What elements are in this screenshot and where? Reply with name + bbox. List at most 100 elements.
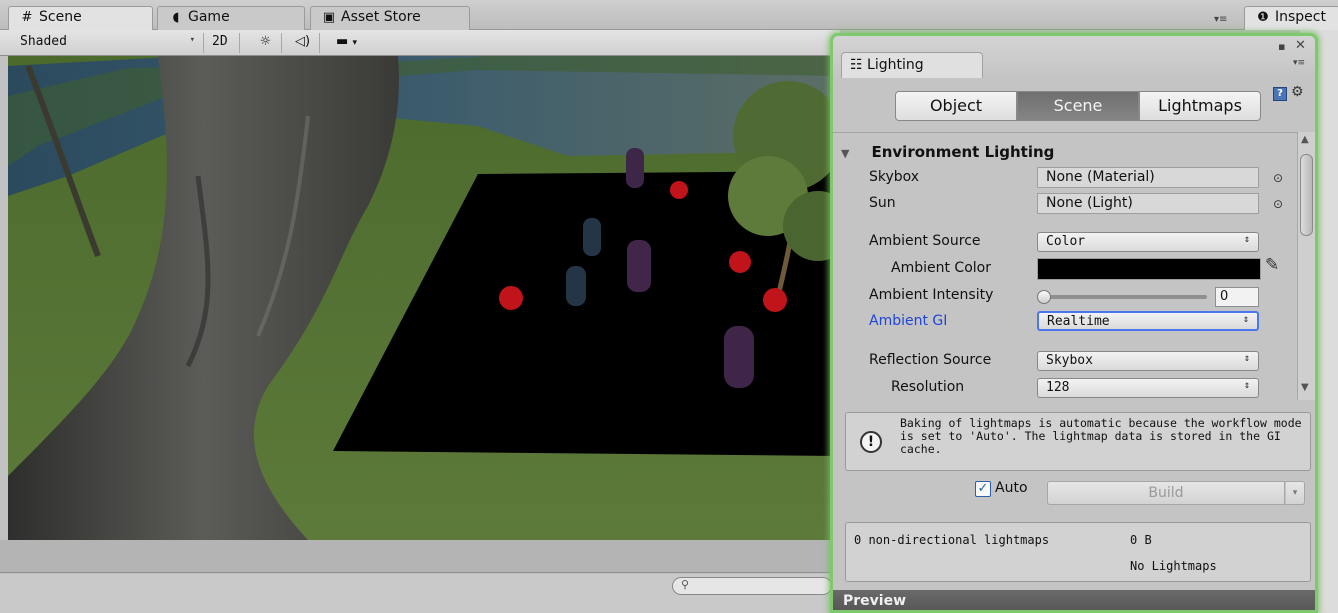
tab-inspector[interactable]: ❶ Inspect <box>1244 6 1338 30</box>
tab-lighting[interactable]: ☷ Lighting <box>841 52 983 78</box>
scene-viewport[interactable] <box>8 56 840 540</box>
editor-tab-bar: # Scene ◖ Game ▣ Asset Store ▾≡ ❶ Inspect <box>0 0 1338 30</box>
object-picker-icon[interactable]: ⊙ <box>1273 197 1283 211</box>
scroll-down-icon[interactable]: ▼ <box>1301 382 1309 393</box>
tab-game[interactable]: ◖ Game <box>157 6 305 30</box>
maximize-icon[interactable]: ▪ <box>1278 40 1285 53</box>
lightmap-count-text: 0 non-directional lightmaps <box>854 533 1050 547</box>
eyedropper-icon[interactable]: ✎ <box>1265 255 1279 275</box>
updown-arrow-icon: ⇕ <box>1242 314 1249 325</box>
ambient-intensity-value: 0 <box>1220 289 1229 304</box>
tab-scene-label: Scene <box>39 9 82 25</box>
chevron-down-icon: ▾ <box>352 38 357 48</box>
speaker-icon: ◁) <box>294 34 311 49</box>
lightmap-stats-box: 0 non-directional lightmaps 0 B No Light… <box>845 522 1311 582</box>
tab-lightmaps-label: Lightmaps <box>1158 96 1242 115</box>
ambient-source-value: Color <box>1046 234 1086 249</box>
scene-render <box>8 56 840 540</box>
search-icon: ⚲ <box>681 578 690 591</box>
scene-lighting-toggle[interactable]: ☼ <box>250 33 282 53</box>
ambient-intensity-input[interactable]: 0 <box>1215 287 1259 307</box>
help-icon[interactable]: ? <box>1273 87 1287 101</box>
foldout-triangle-icon: ▼ <box>841 147 850 160</box>
2d-toggle-button[interactable]: 2D <box>206 33 240 53</box>
scene-toolbar: Shaded ▾ 2D ☼ ◁) ▬ ▾ <box>0 30 840 56</box>
resolution-dropdown[interactable]: 128 ⇕ <box>1037 378 1259 398</box>
preview-label: Preview <box>843 593 907 609</box>
build-button-label: Build <box>1148 485 1184 501</box>
slider-handle[interactable] <box>1037 290 1051 304</box>
tab-game-label: Game <box>188 9 230 25</box>
scene-audio-toggle[interactable]: ◁) <box>286 33 320 53</box>
ambient-gi-value: Realtime <box>1047 314 1110 329</box>
ambient-source-dropdown[interactable]: Color ⇕ <box>1037 232 1259 252</box>
ambient-intensity-label: Ambient Intensity <box>869 287 994 303</box>
tab-menu-icon[interactable]: ▾≡ <box>1214 14 1227 25</box>
shopping-bag-icon: ▣ <box>322 10 336 25</box>
image-icon: ▬ <box>336 34 349 49</box>
sun-field[interactable]: None (Light) <box>1037 193 1259 214</box>
lighting-window: ☷ Lighting ▪ ✕ ▾≡ Object Scene Lightmaps… <box>830 33 1318 613</box>
sun-icon: ☼ <box>259 34 272 49</box>
tab-scene-mode-label: Scene <box>1053 96 1103 115</box>
shading-mode-value: Shaded <box>20 34 67 49</box>
auto-label: Auto <box>995 480 1028 496</box>
chevron-down-icon: ▾ <box>189 35 195 45</box>
lighting-tab-label: Lighting <box>867 57 924 73</box>
tab-inspector-label: Inspect <box>1275 9 1326 25</box>
tab-object[interactable]: Object <box>895 91 1017 121</box>
tab-object-label: Object <box>929 96 983 115</box>
skybox-value: None (Material) <box>1046 169 1155 185</box>
shading-mode-dropdown[interactable]: Shaded ▾ <box>14 33 204 53</box>
sun-label: Sun <box>869 195 896 211</box>
gear-icon[interactable]: ⚙ <box>1291 84 1304 100</box>
info-message: Baking of lightmaps is automatic because… <box>900 416 1302 456</box>
scene-footer <box>0 540 840 573</box>
updown-arrow-icon: ⇕ <box>1243 353 1250 364</box>
lightmap-size-text: 0 B <box>1130 533 1152 547</box>
skybox-field[interactable]: None (Material) <box>1037 167 1259 188</box>
scrollbar-thumb[interactable] <box>1300 154 1313 236</box>
build-button[interactable]: Build <box>1047 481 1285 505</box>
tab-asset-store[interactable]: ▣ Asset Store <box>310 6 470 30</box>
ambient-gi-label: Ambient GI <box>869 313 948 329</box>
grid-icon: # <box>21 10 33 25</box>
auto-checkbox[interactable]: ✓ <box>975 481 991 497</box>
exclamation-icon: ! <box>860 431 882 453</box>
info-help-box: ! Baking of lightmaps is automatic becau… <box>845 412 1311 471</box>
lightmap-status-text: No Lightmaps <box>1130 559 1217 573</box>
window-menu-icon[interactable]: ▾≡ <box>1293 58 1305 68</box>
ambient-color-swatch[interactable] <box>1037 258 1261 280</box>
2d-toggle-label: 2D <box>212 34 228 49</box>
tab-asset-store-label: Asset Store <box>341 9 421 25</box>
ambient-source-label: Ambient Source <box>869 233 981 249</box>
build-options-dropdown[interactable]: ▾ <box>1285 481 1305 505</box>
search-input[interactable]: ⚲ <box>672 577 832 595</box>
resolution-value: 128 <box>1046 380 1070 395</box>
close-icon[interactable]: ✕ <box>1295 38 1306 53</box>
ambient-color-label: Ambient Color <box>891 260 991 276</box>
sliders-icon: ☷ <box>850 57 863 73</box>
pacman-icon: ◖ <box>172 10 180 25</box>
checkmark-icon: ✓ <box>977 481 989 496</box>
skybox-label: Skybox <box>869 169 920 185</box>
scroll-up-icon[interactable]: ▲ <box>1301 134 1309 145</box>
reflection-source-label: Reflection Source <box>869 352 992 368</box>
object-picker-icon[interactable]: ⊙ <box>1273 171 1283 185</box>
tab-scene-mode[interactable]: Scene <box>1017 91 1139 121</box>
chevron-down-icon: ▾ <box>1292 488 1298 498</box>
preview-header[interactable]: Preview <box>833 590 1315 610</box>
tab-lightmaps[interactable]: Lightmaps <box>1139 91 1261 121</box>
sun-value: None (Light) <box>1046 195 1133 211</box>
updown-arrow-icon: ⇕ <box>1243 234 1250 245</box>
reflection-source-value: Skybox <box>1046 353 1093 368</box>
reflection-source-dropdown[interactable]: Skybox ⇕ <box>1037 351 1259 371</box>
resolution-label: Resolution <box>891 379 965 395</box>
scene-effects-dropdown[interactable]: ▬ ▾ <box>330 33 382 53</box>
section-title: Environment Lighting <box>871 143 1055 161</box>
ambient-gi-dropdown[interactable]: Realtime ⇕ <box>1037 311 1259 331</box>
section-header-environment-lighting[interactable]: ▼ Environment Lighting <box>841 143 1054 161</box>
lighting-scrollbar[interactable]: ▲ ▼ <box>1297 132 1315 400</box>
tab-scene[interactable]: # Scene <box>8 6 153 30</box>
ambient-intensity-slider[interactable] <box>1045 295 1207 299</box>
